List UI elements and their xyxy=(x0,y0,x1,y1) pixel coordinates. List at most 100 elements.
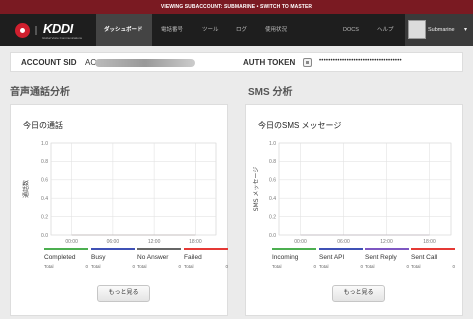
nav-phone-numbers[interactable]: 電話番号 xyxy=(161,14,183,46)
nav-dashboard[interactable]: ダッシュボード xyxy=(96,14,152,46)
legend-label: Incoming xyxy=(272,254,299,261)
logo-divider xyxy=(35,26,37,35)
legend-no-answer[interactable]: No Answer Total 0 xyxy=(137,248,181,270)
y-tick-label: 0.8 xyxy=(269,159,276,165)
plot-frame xyxy=(278,142,452,236)
x-tick-label: 06:00 xyxy=(107,239,120,245)
legend-total-label: Total xyxy=(272,264,282,269)
more-calls-button[interactable]: もっと見る xyxy=(97,285,150,302)
sms-analytics-heading: SMS 分析 xyxy=(248,87,293,98)
y-tick-label: 0.2 xyxy=(41,214,48,220)
legend-total-label: Total xyxy=(365,264,375,269)
legend-total-value: 0 xyxy=(452,264,455,269)
y-tick-label: 0.4 xyxy=(41,196,48,202)
x-tick-label: 18:00 xyxy=(189,239,202,245)
legend-swatch xyxy=(184,248,228,250)
legend-total: Total 0 xyxy=(44,264,88,270)
x-tick-label: 00:00 xyxy=(65,239,78,245)
nav-tools[interactable]: ツール xyxy=(202,14,219,46)
legend-total: Total 0 xyxy=(365,264,409,270)
account-menu[interactable]: Submarine ▾ xyxy=(405,14,473,46)
voice-analytics-heading: 音声通話分析 xyxy=(10,87,70,98)
x-tick-label: 12:00 xyxy=(148,239,161,245)
y-tick-label: 0.6 xyxy=(269,178,276,184)
legend-label: Completed xyxy=(44,254,76,261)
legend-total-value: 0 xyxy=(132,264,135,269)
nav-docs[interactable]: DOCS xyxy=(343,14,359,46)
y-axis-label: 通話数 xyxy=(22,180,30,198)
legend-label: No Answer xyxy=(137,254,169,261)
legend-failed[interactable]: Failed Total 0 xyxy=(184,248,228,270)
plot-frame xyxy=(50,142,217,236)
legend-swatch xyxy=(91,248,135,250)
y-tick-label: 0.4 xyxy=(269,196,276,202)
legend-completed[interactable]: Completed Total 0 xyxy=(44,248,88,270)
top-navigation: KDDI Global Voice Communications ダッシュボード… xyxy=(0,14,473,46)
nav-usage[interactable]: 使用状況 xyxy=(265,14,287,46)
legend-sent-api[interactable]: Sent API Total 0 xyxy=(319,248,363,270)
y-tick-label: 1.0 xyxy=(41,141,48,147)
lock-icon[interactable] xyxy=(303,58,312,67)
x-tick-label: 00:00 xyxy=(294,239,307,245)
legend-total: Total 0 xyxy=(411,264,455,270)
legend-swatch xyxy=(411,248,455,250)
legend-total-value: 0 xyxy=(360,264,363,269)
credentials-bar: ACCOUNT SID AC AUTH TOKEN ••••••••••••••… xyxy=(10,52,463,72)
legend-total-value: 0 xyxy=(85,264,88,269)
account-sid-label: ACCOUNT SID xyxy=(21,58,77,67)
legend-label: Sent Reply xyxy=(365,254,397,261)
y-tick-label: 0.0 xyxy=(269,233,276,239)
legend-swatch xyxy=(137,248,181,250)
legend-swatch xyxy=(44,248,88,250)
nav-help[interactable]: ヘルプ xyxy=(377,14,394,46)
auth-token-value[interactable]: •••••••••••••••••••••••••••••••••••• xyxy=(319,58,402,64)
legend-sent-call[interactable]: Sent Call Total 0 xyxy=(411,248,455,270)
legend-swatch xyxy=(272,248,316,250)
legend-total-value: 0 xyxy=(313,264,316,269)
y-tick-label: 0.0 xyxy=(41,233,48,239)
subaccount-banner: VIEWING SUBACCOUNT: SUBMARINE • SWITCH T… xyxy=(0,0,473,14)
legend-label: Failed xyxy=(184,254,202,261)
y-axis-label: SMS メッセージ xyxy=(253,167,260,212)
switch-to-master-link[interactable]: SWITCH TO MASTER xyxy=(260,4,312,10)
legend-total-label: Total xyxy=(184,264,194,269)
y-tick-label: 0.6 xyxy=(41,178,48,184)
legend-total-value: 0 xyxy=(178,264,181,269)
sms-today-panel: 今日のSMS メッセージ 1.0 0.8 0.6 0.4 0.2 0.0 00:00 06:0… xyxy=(245,104,463,316)
legend-total-label: Total xyxy=(319,264,329,269)
account-name: Submarine xyxy=(428,27,455,33)
legend-total-label: Total xyxy=(137,264,147,269)
legend-total-label: Total xyxy=(44,264,54,269)
x-tick-label: 12:00 xyxy=(380,239,393,245)
account-sid-redacted xyxy=(95,59,195,67)
logo-icon[interactable] xyxy=(15,23,30,38)
legend-label: Sent Call xyxy=(411,254,438,261)
brand-tagline: Global Voice Communications xyxy=(42,36,83,40)
x-tick-label: 18:00 xyxy=(423,239,436,245)
avatar xyxy=(408,20,426,39)
legend-sent-reply[interactable]: Sent Reply Total 0 xyxy=(365,248,409,270)
calls-today-panel: 今日の通話 1.0 0.8 0.6 0.4 0.2 0.0 00:00 06:00 12:00 1… xyxy=(10,104,228,316)
y-tick-label: 0.8 xyxy=(41,159,48,165)
caret-down-icon: ▾ xyxy=(463,27,467,33)
x-tick-label: 06:00 xyxy=(337,239,350,245)
y-tick-label: 1.0 xyxy=(269,141,276,147)
legend-total: Total 0 xyxy=(91,264,135,270)
legend-total-value: 0 xyxy=(406,264,409,269)
subaccount-text: VIEWING SUBACCOUNT: SUBMARINE xyxy=(160,4,256,10)
legend-total-label: Total xyxy=(91,264,101,269)
legend-total-label: Total xyxy=(411,264,421,269)
legend-label: Sent API xyxy=(319,254,345,261)
legend-incoming[interactable]: Incoming Total 0 xyxy=(272,248,316,270)
legend-total: Total 0 xyxy=(184,264,228,270)
legend-label: Busy xyxy=(91,254,106,261)
brand-logo[interactable]: KDDI xyxy=(43,21,73,36)
nav-logs[interactable]: ログ xyxy=(236,14,247,46)
legend-total: Total 0 xyxy=(272,264,316,270)
y-tick-label: 0.2 xyxy=(269,214,276,220)
legend-total-value: 0 xyxy=(225,264,228,269)
legend-swatch xyxy=(319,248,363,250)
more-sms-button[interactable]: もっと見る xyxy=(332,285,385,302)
legend-busy[interactable]: Busy Total 0 xyxy=(91,248,135,270)
legend-total: Total 0 xyxy=(319,264,363,270)
